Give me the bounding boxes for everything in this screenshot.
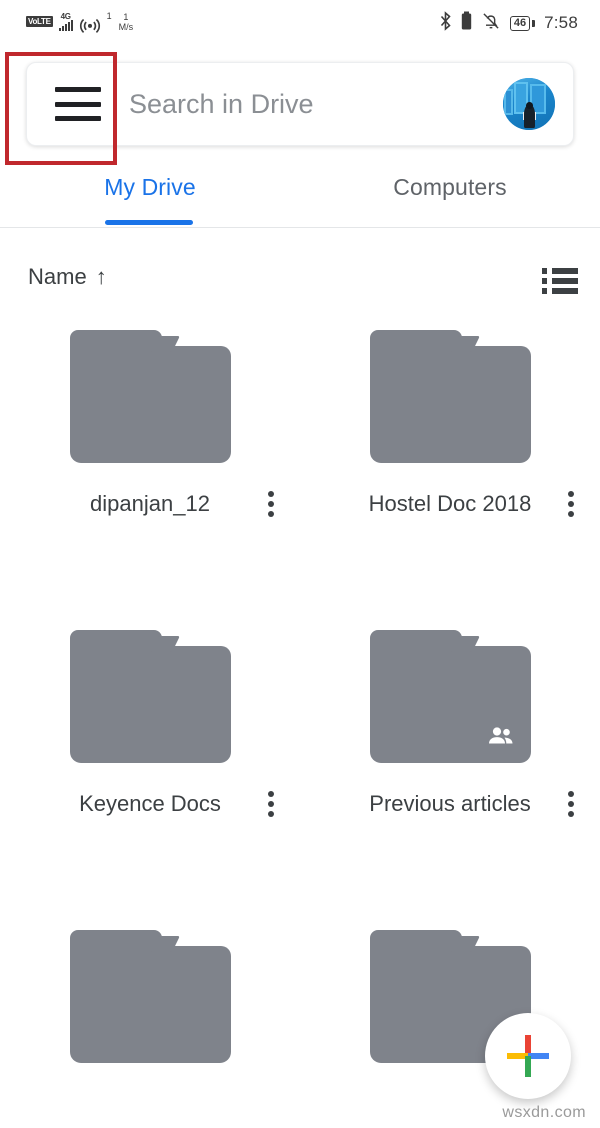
tab-computers[interactable]: Computers: [360, 174, 540, 201]
arrow-up-icon: ↑: [95, 264, 107, 289]
more-options-icon[interactable]: [268, 791, 274, 817]
grid-item-label-row: Previous articles: [300, 789, 600, 819]
network-speed-indicator: 1 M/s: [118, 12, 134, 32]
grid-item-folder[interactable]: Previous articles: [300, 630, 600, 819]
grid-item-folder[interactable]: Hostel Doc 2018: [300, 330, 600, 519]
sort-label: Name: [28, 264, 87, 289]
file-name: dipanjan_12: [90, 491, 210, 516]
file-grid: dipanjan_12 Hostel Doc 2018 Keyence Docs: [0, 330, 600, 1128]
volte-icon: VoLTE: [26, 16, 53, 27]
clock: 7:58: [544, 13, 578, 32]
more-options-icon[interactable]: [268, 491, 274, 517]
list-view-icon[interactable]: [542, 268, 578, 294]
status-bar-right: 46 7:58: [439, 10, 578, 36]
more-options-icon[interactable]: [568, 791, 574, 817]
file-name: Hostel Doc 2018: [368, 491, 532, 516]
grid-item-label-row: Keyence Docs: [0, 789, 300, 819]
grid-item-label-row: dipanjan_12: [0, 489, 300, 519]
create-new-button[interactable]: [485, 1013, 571, 1099]
bluetooth-icon: [439, 10, 452, 36]
signal-superscript: 1: [106, 11, 112, 21]
grid-item-folder[interactable]: [0, 930, 300, 1063]
tab-bar: My Drive Computers: [0, 166, 600, 228]
folder-icon[interactable]: [69, 930, 231, 1063]
hamburger-menu-icon[interactable]: [55, 87, 101, 121]
grid-item-label-row: Hostel Doc 2018: [300, 489, 600, 519]
folder-icon[interactable]: [69, 330, 231, 463]
signal-strength-icon: 4G: [58, 13, 73, 31]
battery-percent-badge: 46: [509, 15, 536, 31]
folder-icon[interactable]: [369, 630, 531, 763]
sort-row: Name ↑: [0, 252, 600, 310]
bell-off-icon: [481, 11, 501, 36]
file-name: Keyence Docs: [79, 791, 221, 816]
more-options-icon[interactable]: [568, 491, 574, 517]
file-name: Previous articles: [369, 791, 531, 816]
folder-icon[interactable]: [369, 330, 531, 463]
shared-people-icon: [488, 726, 514, 745]
tab-divider: [0, 227, 600, 228]
battery-icon: [461, 11, 472, 36]
grid-item-folder[interactable]: dipanjan_12: [0, 330, 300, 519]
search-bar-container: Search in Drive: [26, 62, 574, 146]
search-input[interactable]: Search in Drive: [129, 89, 503, 120]
google-plus-icon: [505, 1033, 551, 1079]
signal-bars: [58, 20, 73, 31]
watermark: wsxdn.com: [502, 1104, 586, 1121]
search-bar[interactable]: Search in Drive: [26, 62, 574, 146]
drive-app-screen: VoLTE 4G 1 1 M/s 46 7:58 Search in Drive…: [0, 0, 600, 1128]
folder-icon[interactable]: [69, 630, 231, 763]
status-bar-left: VoLTE 4G 1 1 M/s: [26, 8, 133, 38]
sort-by-name-button[interactable]: Name ↑: [28, 264, 107, 290]
tab-my-drive[interactable]: My Drive: [65, 174, 235, 201]
grid-item-folder[interactable]: Keyence Docs: [0, 630, 300, 819]
hotspot-icon: [79, 14, 101, 41]
status-bar: VoLTE 4G 1 1 M/s 46 7:58: [0, 0, 600, 46]
account-avatar[interactable]: [503, 78, 555, 130]
active-tab-indicator: [105, 220, 193, 225]
